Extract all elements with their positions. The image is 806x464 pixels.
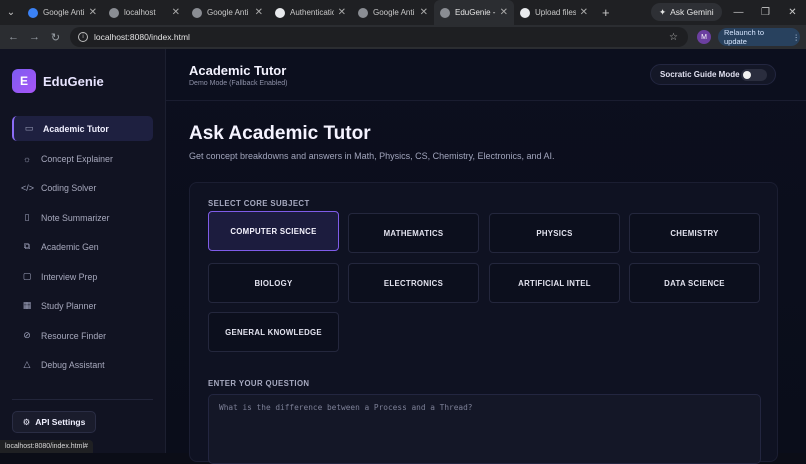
brand-name: EduGenie — [43, 73, 104, 89]
sidebar-item-study-planner[interactable]: ▦ Study Planner — [12, 293, 153, 318]
browser-tab[interactable]: localhost ✕ — [103, 0, 186, 25]
chat-icon: ▢ — [22, 271, 32, 281]
sidebar-divider — [12, 399, 153, 400]
globe-icon — [192, 7, 202, 18]
subject-section-label: SELECT CORE SUBJECT — [208, 199, 310, 208]
header: Academic Tutor Demo Mode (Fallback Enabl… — [166, 49, 806, 101]
minimize-button[interactable]: — — [725, 0, 752, 25]
github-favicon-icon — [520, 7, 530, 18]
book-icon: ▭ — [24, 123, 34, 133]
main-content: Academic Tutor Demo Mode (Fallback Enabl… — [166, 49, 806, 464]
close-icon[interactable]: ✕ — [89, 7, 97, 18]
address-bar[interactable]: i localhost:8080/index.html ☆ — [70, 27, 688, 47]
page-description: Get concept breakdowns and answers in Ma… — [189, 151, 555, 161]
google-favicon-icon — [275, 7, 285, 18]
restore-button[interactable]: ❐ — [752, 0, 779, 25]
link-icon: ⊘ — [23, 330, 31, 340]
header-title: Academic Tutor — [189, 63, 287, 78]
sidebar-item-coding-solver[interactable]: </> Coding Solver — [12, 175, 153, 200]
ask-gemini-button[interactable]: ✦ Ask Gemini — [651, 3, 722, 21]
lightbulb-icon: ☼ — [22, 153, 32, 164]
url-text: localhost:8080/index.html — [94, 32, 190, 42]
header-subtitle: Demo Mode (Fallback Enabled) — [189, 80, 288, 87]
subject-data-science[interactable]: DATA SCIENCE — [629, 263, 760, 303]
status-bar-url: localhost:8080/index.html# — [0, 440, 93, 453]
subject-computer-science[interactable]: COMPUTER SCIENCE — [208, 211, 339, 251]
browser-tab[interactable]: Google Anti ✕ — [22, 0, 103, 25]
globe-icon — [440, 7, 450, 18]
toggle-knob — [743, 71, 751, 79]
sidebar-item-note-summarizer[interactable]: ▯ Note Summarizer — [12, 205, 153, 230]
sidebar: E EduGenie ▭ Academic Tutor ☼ Concept Ex… — [0, 49, 166, 453]
subject-general-knowledge[interactable]: GENERAL KNOWLEDGE — [208, 312, 339, 352]
brand[interactable]: E EduGenie — [12, 69, 104, 93]
more-vert-icon: ⋮ — [792, 32, 801, 42]
forward-arrow-icon[interactable]: → — [24, 31, 45, 43]
reload-icon[interactable]: ↻ — [45, 31, 66, 44]
browser-tab[interactable]: Google Anti ✕ — [352, 0, 434, 25]
tab-search-icon[interactable]: ⌄ — [0, 0, 22, 25]
globe-icon — [358, 7, 368, 18]
new-tab-button[interactable]: + — [594, 5, 618, 20]
socratic-toggle[interactable] — [741, 69, 767, 81]
subject-physics[interactable]: PHYSICS — [489, 213, 620, 253]
close-icon[interactable]: ✕ — [500, 7, 508, 18]
antigravity-favicon-icon — [28, 7, 38, 18]
code-icon: </> — [21, 182, 35, 193]
relaunch-button[interactable]: Relaunch to update ⋮ — [718, 28, 800, 46]
site-info-icon[interactable]: i — [78, 32, 88, 42]
logo: E — [12, 69, 36, 93]
sidebar-item-debug-assistant[interactable]: △ Debug Assistant — [12, 352, 153, 377]
copy-icon: ⧉ — [23, 241, 31, 251]
api-settings-button[interactable]: ⚙ API Settings — [12, 411, 96, 433]
subject-artificial-intel[interactable]: ARTIFICIAL INTEL — [489, 263, 620, 303]
gemini-sparkle-icon: ✦ — [659, 6, 667, 17]
sidebar-item-academic-gen[interactable]: ⧉ Academic Gen — [12, 234, 153, 259]
browser-toolbar: ← → ↻ i localhost:8080/index.html ☆ M Re… — [0, 25, 806, 49]
back-arrow-icon[interactable]: ← — [3, 31, 24, 43]
subject-chemistry[interactable]: CHEMISTRY — [629, 213, 760, 253]
profile-avatar[interactable]: M — [697, 30, 711, 44]
browser-tab[interactable]: Authenticatio ✕ — [269, 0, 352, 25]
subject-mathematics[interactable]: MATHEMATICS — [348, 213, 479, 253]
sidebar-item-concept-explainer[interactable]: ☼ Concept Explainer — [12, 146, 153, 171]
browser-tab[interactable]: Google Anti ✕ — [186, 0, 269, 25]
question-section-label: ENTER YOUR QUESTION — [208, 379, 310, 388]
window-close-button[interactable]: ✕ — [779, 0, 806, 25]
browser-tab-active[interactable]: EduGenie - A ✕ — [434, 0, 514, 25]
gear-icon: ⚙ — [22, 416, 31, 427]
browser-tab-strip: ⌄ Google Anti ✕ localhost ✕ Google Anti … — [0, 0, 806, 25]
question-input[interactable]: What is the difference between a Process… — [208, 394, 761, 464]
subject-electronics[interactable]: ELECTRONICS — [348, 263, 479, 303]
close-icon[interactable]: ✕ — [338, 7, 346, 18]
bookmark-star-icon[interactable]: ☆ — [669, 32, 678, 43]
close-icon[interactable]: ✕ — [420, 7, 428, 18]
globe-icon — [109, 7, 119, 18]
close-icon[interactable]: ✕ — [580, 7, 588, 18]
calendar-icon: ▦ — [22, 300, 32, 310]
sidebar-item-resource-finder[interactable]: ⊘ Resource Finder — [12, 323, 153, 348]
page-title: Ask Academic Tutor — [189, 123, 371, 144]
sidebar-item-interview-prep[interactable]: ▢ Interview Prep — [12, 264, 153, 289]
tutor-card: SELECT CORE SUBJECT COMPUTER SCIENCE MAT… — [189, 182, 778, 464]
document-icon: ▯ — [24, 212, 30, 222]
sidebar-item-academic-tutor[interactable]: ▭ Academic Tutor — [12, 116, 153, 141]
socratic-guide-mode[interactable]: Socratic Guide Mode — [650, 64, 776, 85]
subject-biology[interactable]: BIOLOGY — [208, 263, 339, 303]
close-icon[interactable]: ✕ — [172, 7, 180, 18]
close-icon[interactable]: ✕ — [255, 7, 263, 18]
browser-tab[interactable]: Upload files ✕ — [514, 0, 594, 25]
warning-icon: △ — [23, 359, 31, 369]
